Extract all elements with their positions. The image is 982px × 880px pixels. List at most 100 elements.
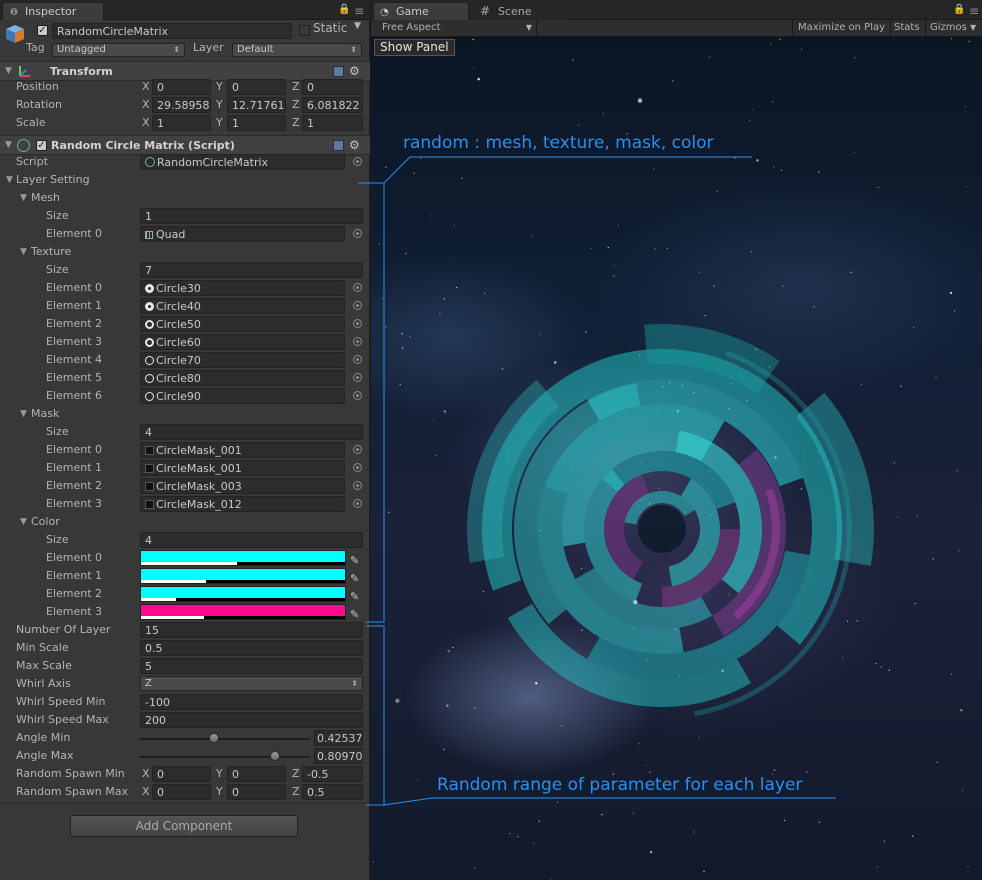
maximize-on-play-toggle[interactable]: Maximize on Play xyxy=(792,20,892,36)
mask-element-field[interactable]: CircleMask_001 xyxy=(140,442,345,458)
panel-menu-icon[interactable]: ≡ xyxy=(969,4,979,18)
foldout-arrow-icon[interactable]: ▼ xyxy=(20,189,27,207)
tab-scene[interactable]: # Scene xyxy=(475,2,565,20)
static-dropdown-icon[interactable]: ▼ xyxy=(354,21,361,31)
spawn-max-y-input[interactable]: 0 xyxy=(227,784,286,800)
lock-icon[interactable]: 🔒 xyxy=(338,4,350,15)
game-viewport[interactable]: Show Panel xyxy=(371,37,982,880)
angle-min-slider-track[interactable] xyxy=(140,738,310,740)
texture-element-field[interactable]: Circle30 xyxy=(140,280,345,296)
angle-max-input[interactable]: 0.80970 xyxy=(314,748,363,764)
texture-element-field[interactable]: Circle70 xyxy=(140,352,345,368)
aspect-dropdown[interactable]: Free Aspect ▼ xyxy=(377,20,537,36)
gizmos-dropdown[interactable]: Gizmos ▼ xyxy=(925,20,981,36)
layer-dropdown[interactable]: Default xyxy=(232,43,362,57)
mask-element-field[interactable]: CircleMask_003 xyxy=(140,478,345,494)
gear-icon[interactable]: ⚙ xyxy=(349,138,360,152)
script-component-header[interactable]: ▼ ✓ Random Circle Matrix (Script) ⚙ xyxy=(0,135,370,155)
position-y-input[interactable]: 0 xyxy=(227,79,286,95)
gear-icon[interactable]: ⚙ xyxy=(349,64,360,78)
texture-element-field[interactable]: Circle50 xyxy=(140,316,345,332)
mesh-foldout[interactable]: ▼ Mesh xyxy=(0,189,370,207)
object-picker-icon[interactable] xyxy=(353,319,362,328)
texture-element-field[interactable]: Circle40 xyxy=(140,298,345,314)
mask-foldout[interactable]: ▼ Mask xyxy=(0,405,370,423)
object-picker-icon[interactable] xyxy=(353,481,362,490)
angle-min-slider-handle[interactable] xyxy=(208,733,219,743)
rotation-y-input[interactable]: 12.71761 xyxy=(227,97,286,113)
spawn-min-z-input[interactable]: -0.5 xyxy=(302,766,363,782)
object-picker-icon[interactable] xyxy=(353,229,362,238)
foldout-arrow-icon[interactable]: ▼ xyxy=(20,405,27,423)
object-name-input[interactable]: RandomCircleMatrix xyxy=(52,23,292,39)
mesh-size-input[interactable]: 1 xyxy=(140,208,363,224)
tab-inspector[interactable]: Inspector xyxy=(2,2,104,20)
object-picker-icon[interactable] xyxy=(353,283,362,292)
object-picker-icon[interactable] xyxy=(353,391,362,400)
active-checkbox[interactable]: ✓ xyxy=(37,25,48,36)
object-picker-icon[interactable] xyxy=(353,373,362,382)
scale-x-input[interactable]: 1 xyxy=(152,115,211,131)
mask-element-field[interactable]: CircleMask_012 xyxy=(140,496,345,512)
lock-icon[interactable]: 🔒 xyxy=(953,4,965,15)
max-scale-input[interactable]: 5 xyxy=(140,658,363,674)
whirl-axis-dropdown[interactable]: Z xyxy=(140,676,363,691)
texture-element-field[interactable]: Circle80 xyxy=(140,370,345,386)
texture-element-field[interactable]: Circle60 xyxy=(140,334,345,350)
foldout-arrow-icon[interactable]: ▼ xyxy=(5,66,12,76)
spawn-min-y-input[interactable]: 0 xyxy=(227,766,286,782)
object-picker-icon[interactable] xyxy=(353,445,362,454)
spawn-max-x-input[interactable]: 0 xyxy=(152,784,211,800)
mask-size-input[interactable]: 4 xyxy=(140,424,363,440)
color-swatch[interactable] xyxy=(140,604,346,620)
texture-element-field[interactable]: Circle90 xyxy=(140,388,345,404)
foldout-arrow-icon[interactable]: ▼ xyxy=(20,243,27,261)
foldout-arrow-icon[interactable]: ▼ xyxy=(5,140,12,150)
show-panel-button[interactable]: Show Panel xyxy=(374,39,455,56)
mask-element-row: Element 0 CircleMask_001 xyxy=(0,441,370,459)
tag-dropdown[interactable]: Untagged xyxy=(52,43,185,57)
foldout-arrow-icon[interactable]: ▼ xyxy=(6,171,13,189)
whirl-speed-min-input[interactable]: -100 xyxy=(140,694,363,710)
color-swatch[interactable] xyxy=(140,568,346,584)
scale-y-input[interactable]: 1 xyxy=(227,115,286,131)
rotation-z-input[interactable]: 6.081822 xyxy=(302,97,363,113)
min-scale-input[interactable]: 0.5 xyxy=(140,640,363,656)
panel-menu-icon[interactable]: ≡ xyxy=(354,4,364,18)
rotation-x-input[interactable]: 29.58958 xyxy=(152,97,211,113)
scale-z-input[interactable]: 1 xyxy=(302,115,363,131)
color-swatch[interactable] xyxy=(140,550,346,566)
number-of-layer-input[interactable]: 15 xyxy=(140,622,363,638)
mesh-element-field[interactable]: Quad xyxy=(140,226,345,242)
spawn-min-x-input[interactable]: 0 xyxy=(152,766,211,782)
help-book-icon[interactable] xyxy=(333,140,344,151)
color-foldout[interactable]: ▼ Color xyxy=(0,513,370,531)
script-enabled-checkbox[interactable]: ✓ xyxy=(36,140,47,151)
tab-game[interactable]: ◔ Game xyxy=(373,2,469,20)
color-size-input[interactable]: 4 xyxy=(140,532,363,548)
mask-element-field[interactable]: CircleMask_001 xyxy=(140,460,345,476)
object-picker-icon[interactable] xyxy=(353,463,362,472)
script-field[interactable]: RandomCircleMatrix xyxy=(140,154,345,170)
angle-max-slider-handle[interactable] xyxy=(269,751,280,761)
object-picker-icon[interactable] xyxy=(353,499,362,508)
object-picker-icon[interactable] xyxy=(353,301,362,310)
texture-size-input[interactable]: 7 xyxy=(140,262,363,278)
position-z-input[interactable]: 0 xyxy=(302,79,363,95)
layer-setting-row[interactable]: ▼ Layer Setting xyxy=(0,171,370,189)
position-x-input[interactable]: 0 xyxy=(152,79,211,95)
angle-min-input[interactable]: 0.42537 xyxy=(314,730,363,746)
stats-toggle[interactable]: Stats xyxy=(889,20,926,36)
help-book-icon[interactable] xyxy=(333,66,344,77)
object-picker-icon[interactable] xyxy=(353,157,362,166)
add-component-button[interactable]: Add Component xyxy=(70,815,298,837)
spawn-max-z-input[interactable]: 0.5 xyxy=(302,784,363,800)
angle-max-slider-track[interactable] xyxy=(140,756,310,758)
static-checkbox[interactable] xyxy=(299,25,310,36)
object-picker-icon[interactable] xyxy=(353,337,362,346)
whirl-speed-max-input[interactable]: 200 xyxy=(140,712,363,728)
color-swatch[interactable] xyxy=(140,586,346,602)
texture-foldout[interactable]: ▼ Texture xyxy=(0,243,370,261)
object-picker-icon[interactable] xyxy=(353,355,362,364)
foldout-arrow-icon[interactable]: ▼ xyxy=(20,513,27,531)
